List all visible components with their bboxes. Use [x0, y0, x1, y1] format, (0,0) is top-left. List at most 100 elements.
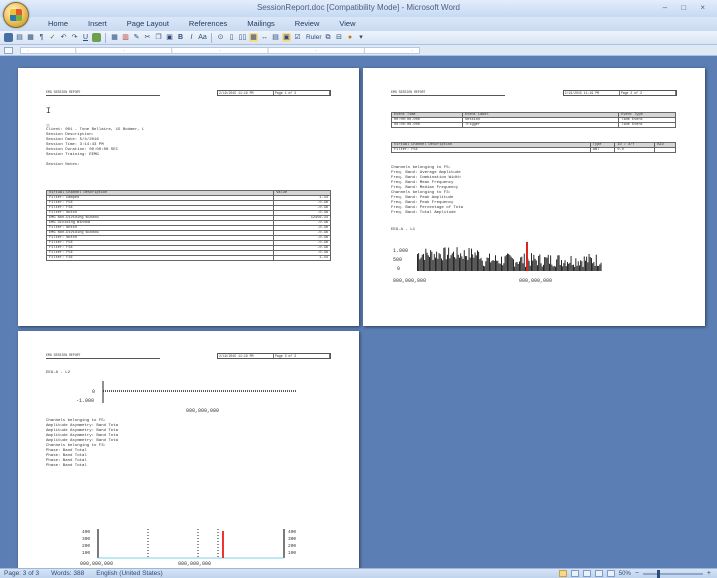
- web-layout-view-button[interactable]: [582, 570, 591, 577]
- chart-icon[interactable]: ▥: [121, 33, 130, 42]
- zoom-in-icon[interactable]: +: [707, 570, 711, 577]
- office-button[interactable]: [3, 2, 29, 28]
- spectrum-bar: [550, 255, 552, 271]
- tab-mailings[interactable]: Mailings: [237, 17, 285, 31]
- page-header: EMG SESSION REPORT 2/19/2015 11:19 PM Pa…: [46, 353, 331, 359]
- font-size-icon[interactable]: Aa: [198, 33, 207, 42]
- page-header: EMG SESSION REPORT 2/19/2015 11:19 PM Pa…: [46, 90, 331, 96]
- spectrum-bar: [457, 254, 459, 271]
- tab-selector[interactable]: [4, 47, 13, 54]
- spectrum-bar: [475, 255, 477, 271]
- text-line: Freq. Band: Total Amplitude: [391, 211, 456, 215]
- multiple-pages-icon[interactable]: ▦: [249, 33, 258, 42]
- table-cell: Trigger: [461, 122, 620, 128]
- spectrum-bar: [565, 266, 567, 271]
- bold-icon[interactable]: B: [176, 33, 185, 42]
- zoom-slider[interactable]: [642, 569, 703, 578]
- spectrum-bar: [535, 260, 537, 271]
- thumbnails-icon[interactable]: ▤: [271, 33, 280, 42]
- two-pages-icon[interactable]: ▯▯: [238, 33, 247, 42]
- full-screen-view-button[interactable]: [570, 570, 579, 577]
- ruler-tick: |: [267, 48, 269, 54]
- one-page-icon[interactable]: ▯: [227, 33, 236, 42]
- tab-home[interactable]: Home: [38, 17, 78, 31]
- window-controls[interactable]: – □ ×: [663, 3, 711, 12]
- table-icon[interactable]: ▦: [110, 33, 119, 42]
- header-title: EMG SESSION REPORT: [391, 90, 506, 96]
- spectrum-bar: [480, 257, 482, 271]
- spectrum-bar: [552, 266, 554, 271]
- status-language[interactable]: English (United States): [96, 570, 162, 577]
- tab-references[interactable]: References: [179, 17, 237, 31]
- spectrum-bar: [592, 263, 594, 271]
- format-painter-icon[interactable]: ✎: [132, 33, 141, 42]
- macro-icon[interactable]: ●: [346, 33, 355, 42]
- cut-icon[interactable]: ✂: [143, 33, 152, 42]
- print-preview-icon[interactable]: ▦: [26, 33, 35, 42]
- document-page-1[interactable]: EMG SESSION REPORT 2/19/2015 11:19 PM Pa…: [18, 68, 359, 326]
- ruler-bar: · | · | · | · | ·: [0, 45, 717, 56]
- zoom-level[interactable]: 50%: [619, 571, 631, 577]
- spectrum-bar: [539, 254, 541, 271]
- spectrum-bar: [587, 262, 589, 271]
- spectrum-bar: [462, 258, 464, 271]
- spectrum-bar: [537, 265, 538, 271]
- spectrum-bar: [557, 255, 559, 271]
- draft-view-button[interactable]: [606, 570, 615, 577]
- undo-icon[interactable]: ↶: [59, 33, 68, 42]
- spectrum-bar: [593, 261, 595, 271]
- spectrum-bar: [421, 254, 423, 271]
- split-icon[interactable]: ⊟: [335, 33, 344, 42]
- paragraph-mark-icon[interactable]: ¶: [37, 33, 46, 42]
- spectrum-bar: [545, 257, 547, 271]
- spectrum-bar: [493, 260, 495, 271]
- full-screen-icon[interactable]: ▣: [282, 33, 291, 42]
- tab-view[interactable]: View: [329, 17, 365, 31]
- spectrum-bar: [538, 255, 540, 271]
- copy-icon[interactable]: ❐: [154, 33, 163, 42]
- italic-icon[interactable]: I: [187, 33, 196, 42]
- ruler-checkbox-icon[interactable]: ☑: [293, 33, 302, 42]
- paste-icon[interactable]: ▣: [165, 33, 174, 42]
- spectrum-bar: [454, 257, 456, 271]
- tab-insert[interactable]: Insert: [78, 17, 117, 31]
- spectrum-bar: [496, 260, 498, 271]
- document-workspace[interactable]: EMG SESSION REPORT 2/19/2015 11:19 PM Pa…: [0, 56, 717, 568]
- x-tick-label: 000,000,000: [178, 561, 211, 567]
- spectrum-bar: [583, 256, 585, 271]
- spelling-icon[interactable]: ✓: [48, 33, 57, 42]
- spectrum-bar: [547, 254, 549, 271]
- print-icon[interactable]: ▤: [15, 33, 24, 42]
- tab-page-layout[interactable]: Page Layout: [117, 17, 179, 31]
- zoom-out-icon[interactable]: −: [635, 570, 639, 577]
- document-page-3[interactable]: EMG SESSION REPORT 2/19/2015 11:19 PM Pa…: [18, 331, 359, 568]
- print-layout-view-button[interactable]: [558, 570, 567, 577]
- y-tick-label: -1.000: [76, 398, 94, 404]
- tab-review[interactable]: Review: [285, 17, 330, 31]
- ruler-toggle-label[interactable]: Ruler: [306, 34, 322, 41]
- spectrum-bar: [451, 253, 453, 271]
- document-page-2[interactable]: EMG SESSION REPORT 2/19/2015 11:19 PM Pa…: [363, 68, 705, 326]
- y-tick-label: 0: [397, 266, 400, 272]
- spectrum-bar: [520, 257, 522, 271]
- spectrum-bar: [448, 247, 450, 271]
- spectrum-bar: [432, 259, 434, 271]
- redo-icon[interactable]: ↷: [70, 33, 79, 42]
- arrange-all-icon[interactable]: ⧉: [324, 33, 333, 42]
- outline-view-button[interactable]: [594, 570, 603, 577]
- zoom-icon[interactable]: ⊙: [216, 33, 225, 42]
- table-cell: 00:00:08.000: [391, 122, 463, 128]
- ruler-tick: ·: [123, 48, 125, 54]
- page-width-icon[interactable]: ↔: [260, 33, 269, 42]
- save-icon[interactable]: [4, 33, 13, 42]
- customize-icon[interactable]: ▾: [357, 33, 366, 42]
- status-page-count[interactable]: Page: 3 of 3: [4, 570, 39, 577]
- spectrum-bar: [577, 261, 579, 271]
- status-word-count[interactable]: Words: 388: [51, 570, 84, 577]
- underline-icon[interactable]: U: [81, 33, 90, 42]
- picture-icon[interactable]: [92, 33, 101, 42]
- horizontal-ruler[interactable]: · | · | · | · | ·: [20, 47, 420, 54]
- spectrum-bar: [588, 253, 590, 271]
- zoom-slider-thumb[interactable]: [656, 569, 660, 578]
- text-line: Session Notes:: [46, 163, 80, 167]
